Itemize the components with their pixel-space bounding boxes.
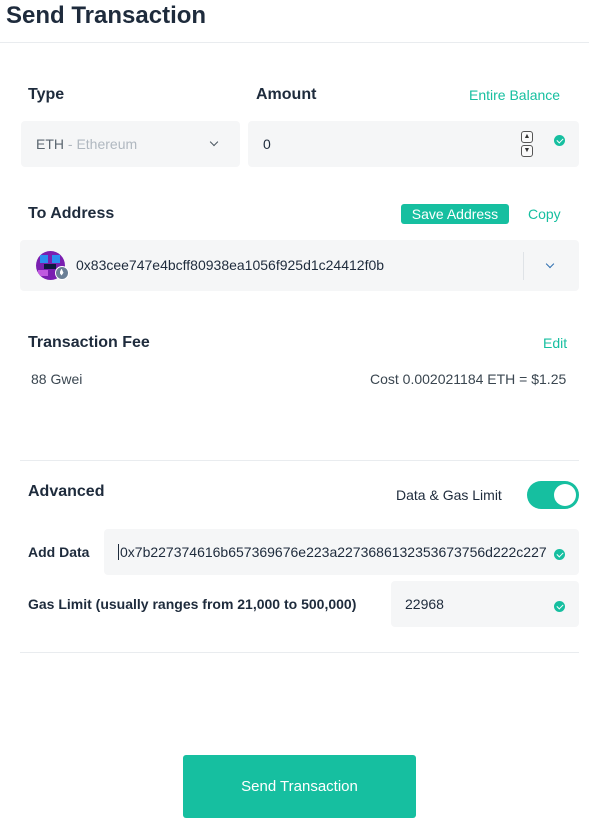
address-value: 0x83cee747e4bcff80938ea1056f925d1c24412f… (76, 257, 385, 273)
gas-limit-input[interactable]: 22968 (391, 581, 579, 627)
type-name: - Ethereum (64, 136, 138, 152)
amount-value: 0 (263, 136, 271, 152)
toggle-knob (554, 484, 576, 506)
check-icon (554, 549, 565, 560)
type-select-value: ETH - Ethereum (36, 136, 137, 152)
amount-input[interactable]: 0 ▲ ▼ (248, 121, 579, 167)
type-label: Type (28, 86, 65, 103)
entire-balance-link[interactable]: Entire Balance (469, 87, 560, 103)
check-icon (554, 601, 565, 612)
section-divider (20, 460, 579, 461)
type-symbol: ETH (36, 136, 64, 152)
add-data-input[interactable]: 0x7b227374616b657369676e223a227368613235… (104, 529, 579, 575)
gas-limit-value: 22968 (405, 596, 444, 612)
gas-limit-label: Gas Limit (usually ranges from 21,000 to… (28, 596, 357, 612)
copy-address-link[interactable]: Copy (528, 206, 561, 222)
amount-stepper[interactable]: ▲ ▼ (521, 131, 533, 157)
transaction-fee-label: Transaction Fee (28, 334, 150, 351)
section-divider (20, 652, 579, 653)
advanced-label: Advanced (28, 483, 105, 500)
stepper-down-icon[interactable]: ▼ (521, 145, 533, 157)
data-gas-toggle[interactable] (527, 481, 579, 509)
chevron-down-icon (209, 137, 219, 147)
title-divider (0, 42, 589, 43)
chevron-down-icon[interactable] (545, 259, 555, 269)
add-data-label: Add Data (28, 544, 90, 560)
add-data-value: 0x7b227374616b657369676e223a227368613235… (118, 544, 547, 560)
page-title: Send Transaction (6, 2, 207, 29)
check-icon (554, 135, 565, 146)
eth-icon (55, 266, 69, 280)
data-gas-toggle-label: Data & Gas Limit (396, 487, 502, 503)
to-address-label: To Address (28, 205, 115, 222)
edit-fee-link[interactable]: Edit (543, 335, 567, 351)
stepper-up-icon[interactable]: ▲ (521, 131, 533, 143)
type-select[interactable]: ETH - Ethereum (21, 121, 240, 167)
send-transaction-button[interactable]: Send Transaction (183, 755, 416, 818)
save-address-button[interactable]: Save Address (401, 204, 509, 224)
gas-price-value: 88 Gwei (31, 371, 83, 387)
fee-cost-value: Cost 0.002021184 ETH = $1.25 (370, 371, 567, 387)
amount-label: Amount (256, 86, 317, 103)
address-separator (523, 252, 524, 280)
address-select[interactable]: 0x83cee747e4bcff80938ea1056f925d1c24412f… (20, 240, 579, 291)
